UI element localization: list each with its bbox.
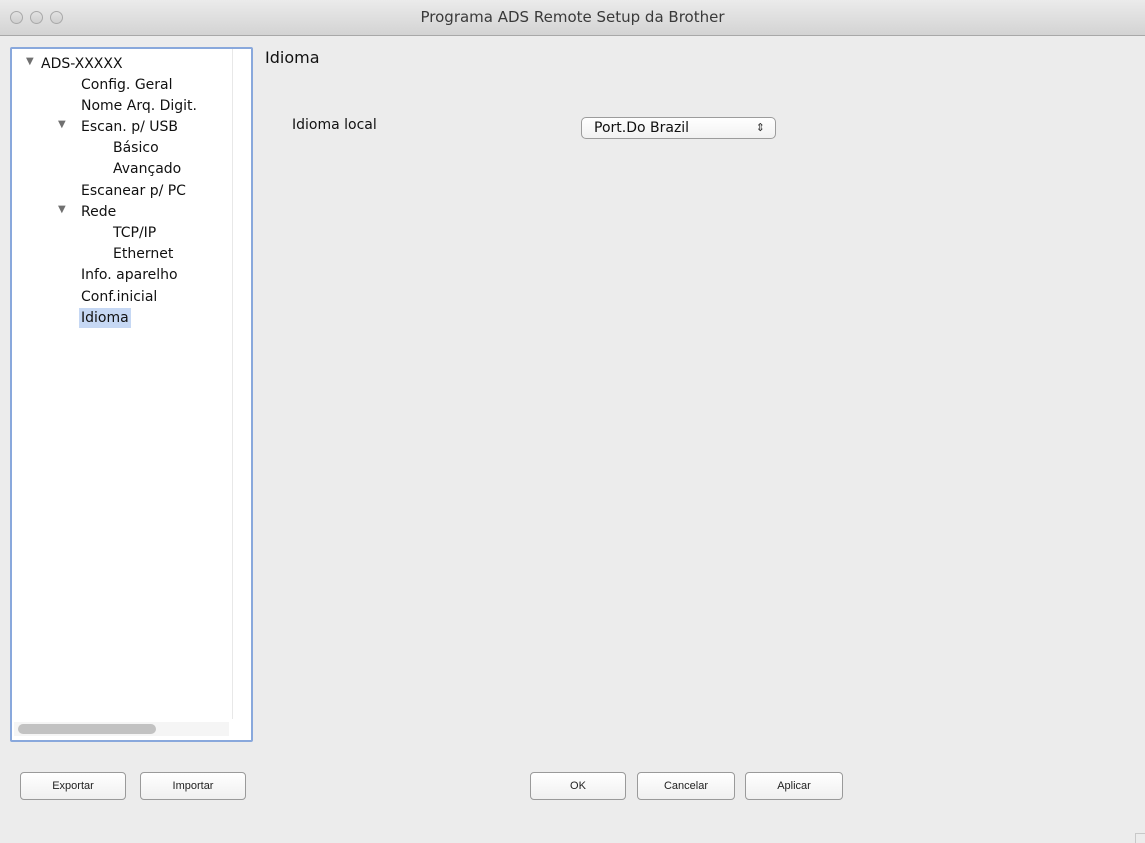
tree-item-device[interactable]: ADS-XXXXX <box>41 54 123 74</box>
window-title: Programa ADS Remote Setup da Brother <box>420 8 725 26</box>
section-title: Idioma <box>265 48 320 67</box>
title-bar: Programa ADS Remote Setup da Brother <box>0 0 1145 36</box>
tree-item-tcpip[interactable]: TCP/IP <box>113 223 156 243</box>
tree-item-conf-inicial[interactable]: Conf.inicial <box>81 287 157 307</box>
tree-item-basico[interactable]: Básico <box>113 138 159 158</box>
cancel-button[interactable]: Cancelar <box>637 772 735 800</box>
idioma-local-label: Idioma local <box>292 117 377 133</box>
export-button[interactable]: Exportar <box>20 772 126 800</box>
select-value: Port.Do Brazil <box>594 120 690 136</box>
triangle-down-icon[interactable]: ▼ <box>58 200 66 220</box>
tree-item-escanear-pc[interactable]: Escanear p/ PC <box>81 181 186 201</box>
up-down-arrows-icon: ⇕ <box>755 121 765 134</box>
tree-item-nome-arq[interactable]: Nome Arq. Digit. <box>81 96 197 116</box>
triangle-down-icon[interactable]: ▼ <box>26 52 34 72</box>
app-window: Programa ADS Remote Setup da Brother ▼ A… <box>0 0 1145 843</box>
tree-item-config-geral[interactable]: Config. Geral <box>81 75 173 95</box>
apply-button[interactable]: Aplicar <box>745 772 843 800</box>
triangle-down-icon[interactable]: ▼ <box>58 115 66 135</box>
tree-column-divider <box>232 49 233 719</box>
tree-item-rede[interactable]: Rede <box>81 202 116 222</box>
settings-tree[interactable]: ▼ ADS-XXXXX Config. Geral Nome Arq. Digi… <box>10 47 253 742</box>
horizontal-scrollbar[interactable] <box>14 722 229 736</box>
resize-grip[interactable] <box>1135 833 1145 843</box>
ok-button[interactable]: OK <box>530 772 626 800</box>
idioma-local-select[interactable]: Port.Do Brazil ⇕ <box>581 117 776 139</box>
tree-item-info-aparelho[interactable]: Info. aparelho <box>81 265 178 285</box>
tree-item-idioma[interactable]: Idioma <box>79 308 131 328</box>
scrollbar-thumb[interactable] <box>18 724 156 734</box>
tree-item-ethernet[interactable]: Ethernet <box>113 244 173 264</box>
tree-item-escan-usb[interactable]: Escan. p/ USB <box>81 117 178 137</box>
import-button[interactable]: Importar <box>140 772 246 800</box>
tree-item-avancado[interactable]: Avançado <box>113 159 181 179</box>
